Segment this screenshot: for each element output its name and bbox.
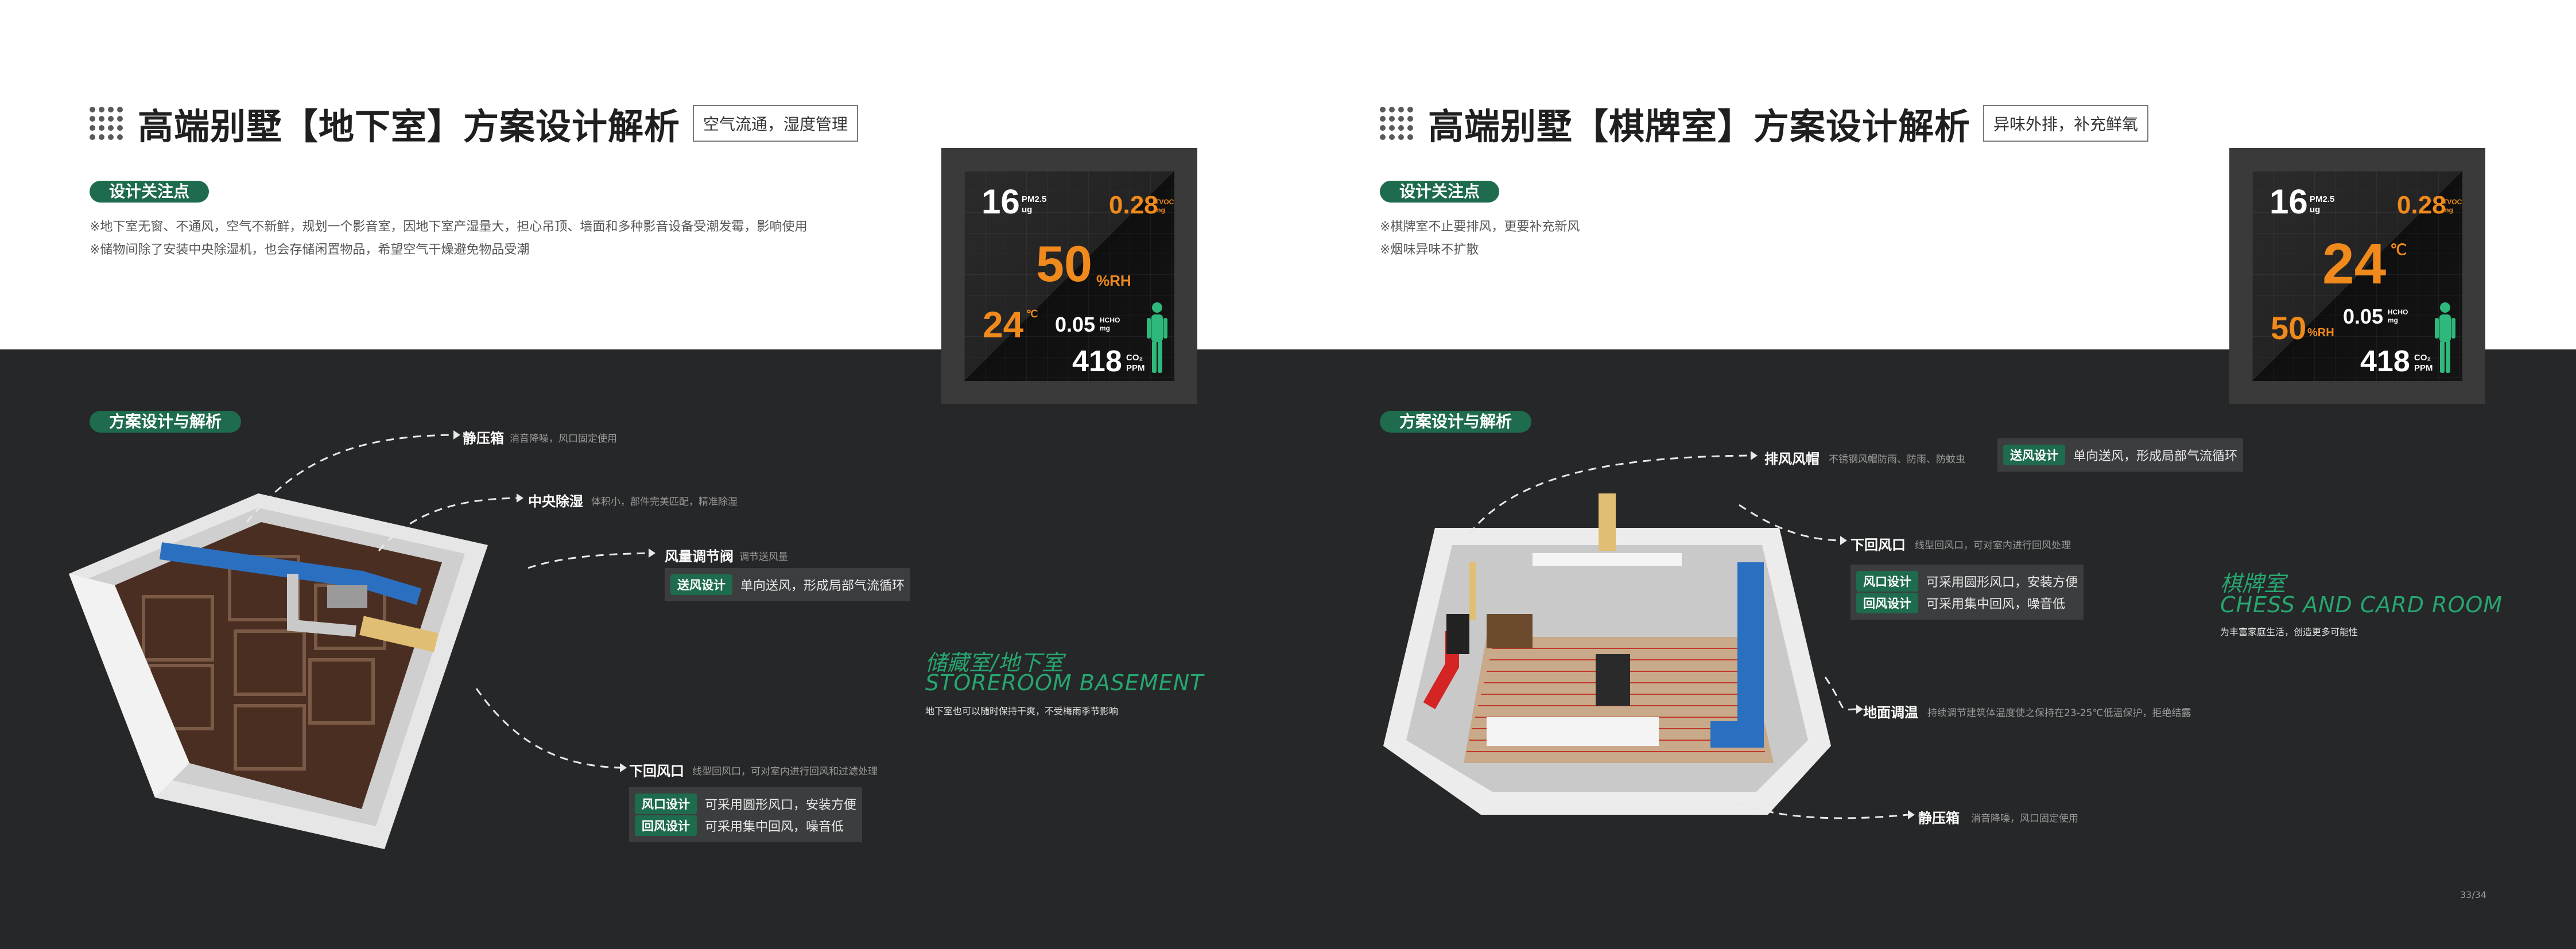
feature-text: 单向送风，形成局部气流循环	[2073, 449, 2238, 464]
right-callout-1-desc: 不锈钢风帽防雨、防雨、防蚊虫	[1829, 454, 1965, 465]
right-callout-4-title: 静压箱	[1918, 810, 1960, 826]
feature-text: 可采用圆形风口，安装方便	[1926, 575, 2078, 590]
right-room-name-en: CHESS AND CARD ROOM	[2220, 592, 2503, 617]
right-callout-2-desc: 线型回风口，可对室内进行回风处理	[1915, 540, 2071, 551]
right-callout-2-title: 下回风口	[1850, 537, 1906, 553]
feature-row: 送风设计 单向送风，形成局部气流循环	[2003, 444, 2237, 466]
page-number: 33/34	[2460, 889, 2487, 900]
feature-row: 风口设计 可采用圆形风口，安装方便	[1856, 570, 2078, 592]
feature-tag: 回风设计	[1856, 593, 1918, 613]
right-feature-box-1: 送风设计 单向送风，形成局部气流循环	[1997, 438, 2244, 472]
feature-tag: 送风设计	[2003, 445, 2065, 465]
feature-tag: 风口设计	[1856, 571, 1918, 592]
right-callout-3-desc: 持续调节建筑体温度使之保持在23-25℃低温保护，拒绝结露	[1927, 707, 2191, 719]
right-callout-3-title: 地面调温	[1863, 705, 1918, 721]
feature-row: 回风设计 可采用集中回风，噪音低	[1856, 592, 2078, 614]
right-room-desc: 为丰富家庭生活，创造更多可能性	[2220, 627, 2358, 637]
right-feature-box-2: 风口设计 可采用圆形风口，安装方便 回风设计 可采用集中回风，噪音低	[1850, 565, 2084, 620]
right-callout-4-desc: 消音降噪，风口固定使用	[1971, 813, 2078, 824]
right-callout-lines	[1468, 451, 1915, 819]
right-callout-1-title: 排风风帽	[1764, 451, 1820, 467]
feature-text: 可采用集中回风，噪音低	[1926, 597, 2066, 612]
